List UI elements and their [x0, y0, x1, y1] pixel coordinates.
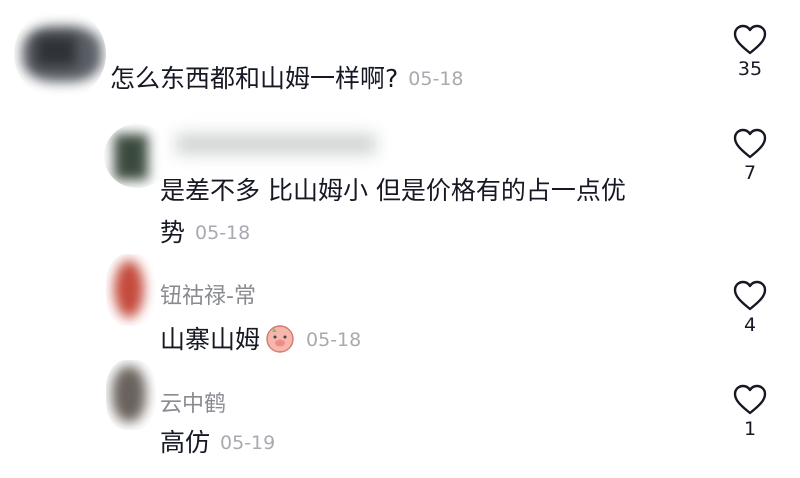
- heart-outline-icon: [733, 384, 767, 415]
- comment-username[interactable]: 云中鹤: [160, 386, 226, 418]
- comment-text-content: 怎么东西都和山姆一样啊?: [110, 64, 399, 93]
- comment-timestamp: 05-18: [306, 329, 362, 351]
- like-button[interactable]: 1: [724, 384, 776, 440]
- comment-text-content: 是差不多 比山姆小 但是价格有的占一点优: [160, 176, 626, 205]
- comment-item: 怎么东西都和山姆一样啊? 05-18 35: [0, 0, 800, 120]
- heart-outline-icon: [733, 128, 767, 159]
- comment-username[interactable]: 钮祜禄-常: [160, 278, 256, 310]
- comment-text-content: 势: [160, 218, 186, 247]
- heart-outline-icon: [733, 280, 767, 311]
- comment-item: 是差不多 比山姆小 但是价格有的占一点优 势 05-18 7: [0, 120, 800, 250]
- like-button[interactable]: 4: [724, 280, 776, 336]
- like-count: 4: [743, 314, 757, 336]
- comment-item: 钮祜禄-常 山寨山姆 05-18 4: [0, 250, 800, 360]
- avatar[interactable]: [14, 8, 106, 100]
- comment-text: 势 05-18: [160, 218, 250, 248]
- pig-face-emoji: [264, 322, 296, 361]
- comment-timestamp: 05-18: [195, 222, 251, 244]
- avatar[interactable]: [106, 254, 156, 326]
- comment-text-content: 山寨山姆: [160, 325, 261, 354]
- comment-timestamp: 05-19: [220, 432, 276, 454]
- comment-text-content: 高仿: [160, 428, 211, 457]
- comment-timestamp: 05-18: [408, 68, 464, 90]
- like-button[interactable]: 7: [724, 128, 776, 184]
- like-count: 1: [743, 418, 757, 440]
- avatar[interactable]: [106, 360, 156, 430]
- like-button[interactable]: 35: [724, 24, 776, 80]
- comment-item: 云中鹤 高仿 05-19 1: [0, 360, 800, 478]
- heart-outline-icon: [733, 24, 767, 55]
- like-count: 35: [737, 58, 763, 80]
- username-redacted: [176, 134, 376, 154]
- like-count: 7: [743, 162, 757, 184]
- comment-text: 怎么东西都和山姆一样啊? 05-18: [110, 64, 464, 94]
- comment-text: 山寨山姆 05-18: [160, 322, 361, 361]
- comment-text: 高仿 05-19: [160, 428, 275, 458]
- comment-text: 是差不多 比山姆小 但是价格有的占一点优: [160, 176, 626, 206]
